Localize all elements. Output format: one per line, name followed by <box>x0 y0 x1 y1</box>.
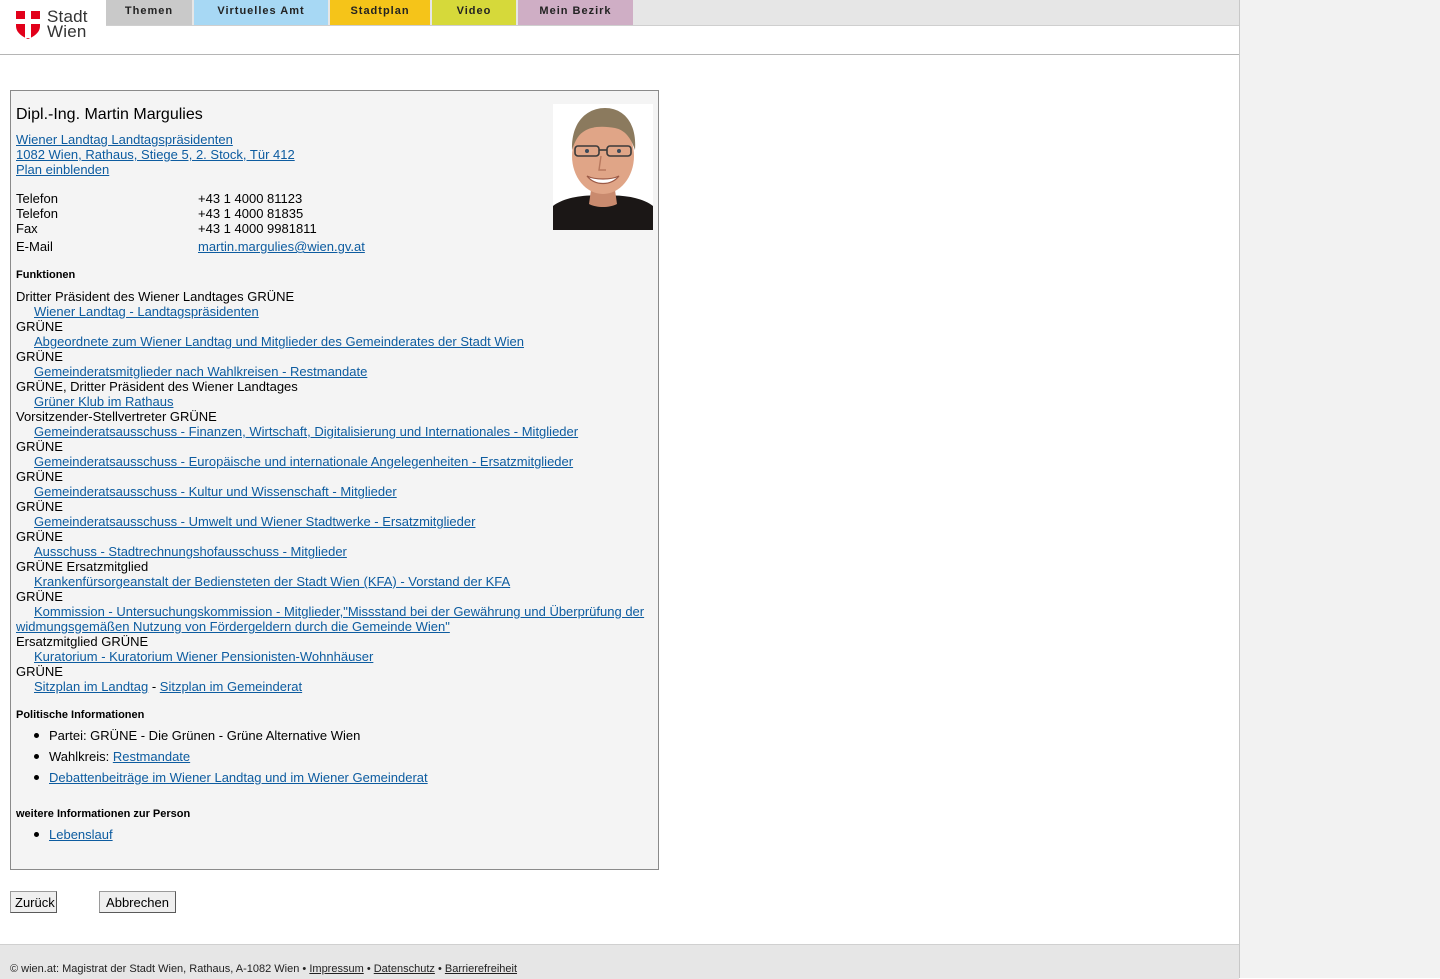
contact-label: Telefon <box>16 206 58 221</box>
contact-row-email: E-Mail martin.margulies@wien.gv.at <box>16 239 536 254</box>
page: Stadt Wien Themen Virtuelles Amt Stadtpl… <box>0 0 1240 979</box>
logo-wordmark: Stadt Wien <box>47 7 88 41</box>
politik-heading: Politische Informationen <box>16 709 145 721</box>
nav-tab-video[interactable]: Video <box>432 0 516 25</box>
email-label: E-Mail <box>16 239 53 254</box>
contact-value: +43 1 4000 9981811 <box>198 221 317 236</box>
site-footer: © wien.at: Magistrat der Stadt Wien, Rat… <box>0 944 1239 979</box>
org-link[interactable]: Wiener Landtag Landtagspräsidenten <box>16 132 295 147</box>
function-link[interactable]: Kommission - Untersuchungskommission - M… <box>16 604 651 634</box>
impressum-link[interactable]: Impressum <box>309 963 363 975</box>
contact-row: Telefon +43 1 4000 81123 <box>16 191 536 206</box>
function-link[interactable]: Abgeordnete zum Wiener Landtag und Mitgl… <box>16 334 651 349</box>
seat-plan-gemeinderat-link[interactable]: Sitzplan im Gemeinderat <box>160 679 302 694</box>
function-role: GRÜNE <box>16 319 63 334</box>
function-role: GRÜNE <box>16 589 63 604</box>
nav-tab-stadtplan[interactable]: Stadtplan <box>330 0 430 25</box>
function-role: GRÜNE <box>16 469 63 484</box>
footer-separator: • <box>437 963 442 975</box>
person-name: Dipl.-Ing. Martin Margulies <box>16 106 203 123</box>
email-link[interactable]: martin.margulies@wien.gv.at <box>198 239 365 254</box>
lebenslauf-link[interactable]: Lebenslauf <box>49 827 113 842</box>
function-link[interactable]: Grüner Klub im Rathaus <box>16 394 651 409</box>
barrierefreiheit-link[interactable]: Barrierefreiheit <box>445 963 517 975</box>
main-navigation: Themen Virtuelles Amt Stadtplan Video Me… <box>106 0 1239 26</box>
wien-shield-icon <box>16 11 40 39</box>
function-role: GRÜNE <box>16 529 63 544</box>
function-role: Ersatzmitglied GRÜNE <box>16 634 149 649</box>
funktionen-heading: Funktionen <box>16 269 76 281</box>
show-map-link[interactable]: Plan einblenden <box>16 162 295 177</box>
seat-plan-links: Sitzplan im Landtag - Sitzplan im Gemein… <box>16 679 651 694</box>
site-header: Stadt Wien Themen Virtuelles Amt Stadtpl… <box>0 0 1239 55</box>
contact-label: Fax <box>16 221 38 236</box>
debatten-link[interactable]: Debattenbeiträge im Wiener Landtag und i… <box>49 770 428 785</box>
list-item: Debattenbeiträge im Wiener Landtag und i… <box>16 770 428 785</box>
function-role: Vorsitzender-Stellvertreter GRÜNE <box>16 409 217 424</box>
function-link[interactable]: Gemeinderatsausschuss - Finanzen, Wirtsc… <box>16 424 651 439</box>
cancel-button[interactable]: Abbrechen <box>99 891 176 913</box>
address-link[interactable]: 1082 Wien, Rathaus, Stiege 5, 2. Stock, … <box>16 147 295 162</box>
copyright-text: © wien.at: Magistrat der Stadt Wien, Rat… <box>10 963 300 975</box>
function-link[interactable]: Krankenfürsorgeanstalt der Bediensteten … <box>16 574 651 589</box>
function-role: GRÜNE, Dritter Präsident des Wiener Land… <box>16 379 298 394</box>
nav-tab-mein-bezirk[interactable]: Mein Bezirk <box>518 0 633 25</box>
list-item: Wahlkreis: Restmandate <box>16 749 428 764</box>
contact-value: +43 1 4000 81123 <box>198 191 303 206</box>
weitere-heading: weitere Informationen zur Person <box>16 808 191 820</box>
function-link[interactable]: Gemeinderatsausschuss - Kultur und Wisse… <box>16 484 651 499</box>
seat-plan-separator: - <box>151 679 157 694</box>
list-item: Lebenslauf <box>16 827 113 842</box>
function-link[interactable]: Gemeinderatsausschuss - Europäische und … <box>16 454 651 469</box>
stadt-wien-logo[interactable]: Stadt Wien <box>16 7 96 43</box>
datenschutz-link[interactable]: Datenschutz <box>374 963 435 975</box>
wahlkreis-link[interactable]: Restmandate <box>113 749 190 764</box>
function-role: GRÜNE <box>16 439 63 454</box>
contact-label: Telefon <box>16 191 58 206</box>
address-block: Wiener Landtag Landtagspräsidenten 1082 … <box>16 132 295 177</box>
function-link[interactable]: Gemeinderatsausschuss - Umwelt und Wiene… <box>16 514 651 529</box>
function-role: GRÜNE Ersatzmitglied <box>16 559 149 574</box>
nav-tab-virtuelles-amt[interactable]: Virtuelles Amt <box>194 0 328 25</box>
list-item: Partei: GRÜNE - Die Grünen - Grüne Alter… <box>16 728 428 743</box>
party-text: Partei: GRÜNE - Die Grünen - Grüne Alter… <box>49 728 361 743</box>
contact-table: Telefon +43 1 4000 81123 Telefon +43 1 4… <box>16 191 536 254</box>
weitere-list: Lebenslauf <box>16 827 113 848</box>
contact-row: Fax +43 1 4000 9981811 <box>16 221 536 236</box>
wahlkreis-label: Wahlkreis: <box>49 749 110 764</box>
function-link[interactable]: Kuratorium - Kuratorium Wiener Pensionis… <box>16 649 651 664</box>
footer-text: © wien.at: Magistrat der Stadt Wien, Rat… <box>10 963 517 976</box>
function-link[interactable]: Ausschuss - Stadtrechnungshofausschuss -… <box>16 544 651 559</box>
page-margin <box>1240 0 1440 978</box>
nav-tab-themen[interactable]: Themen <box>106 0 192 25</box>
contact-row: Telefon +43 1 4000 81835 <box>16 206 536 221</box>
back-button[interactable]: Zurück <box>10 891 57 913</box>
function-link[interactable]: Gemeinderatsmitglieder nach Wahlkreisen … <box>16 364 651 379</box>
footer-separator: • <box>366 963 371 975</box>
politik-list: Partei: GRÜNE - Die Grünen - Grüne Alter… <box>16 728 428 791</box>
function-role: Dritter Präsident des Wiener Landtages G… <box>16 289 295 304</box>
seat-plan-landtag-link[interactable]: Sitzplan im Landtag <box>34 679 148 694</box>
function-role: GRÜNE <box>16 349 63 364</box>
function-role: GRÜNE <box>16 664 63 679</box>
footer-separator: • <box>302 963 307 975</box>
person-card: Dipl.-Ing. Martin Margulies Wiener Landt… <box>10 90 659 870</box>
contact-value: +43 1 4000 81835 <box>198 206 304 221</box>
function-link[interactable]: Wiener Landtag - Landtagspräsidenten <box>16 304 651 319</box>
person-photo <box>553 104 653 230</box>
funktionen-list: Dritter Präsident des Wiener Landtages G… <box>16 289 651 694</box>
function-role: GRÜNE <box>16 499 63 514</box>
